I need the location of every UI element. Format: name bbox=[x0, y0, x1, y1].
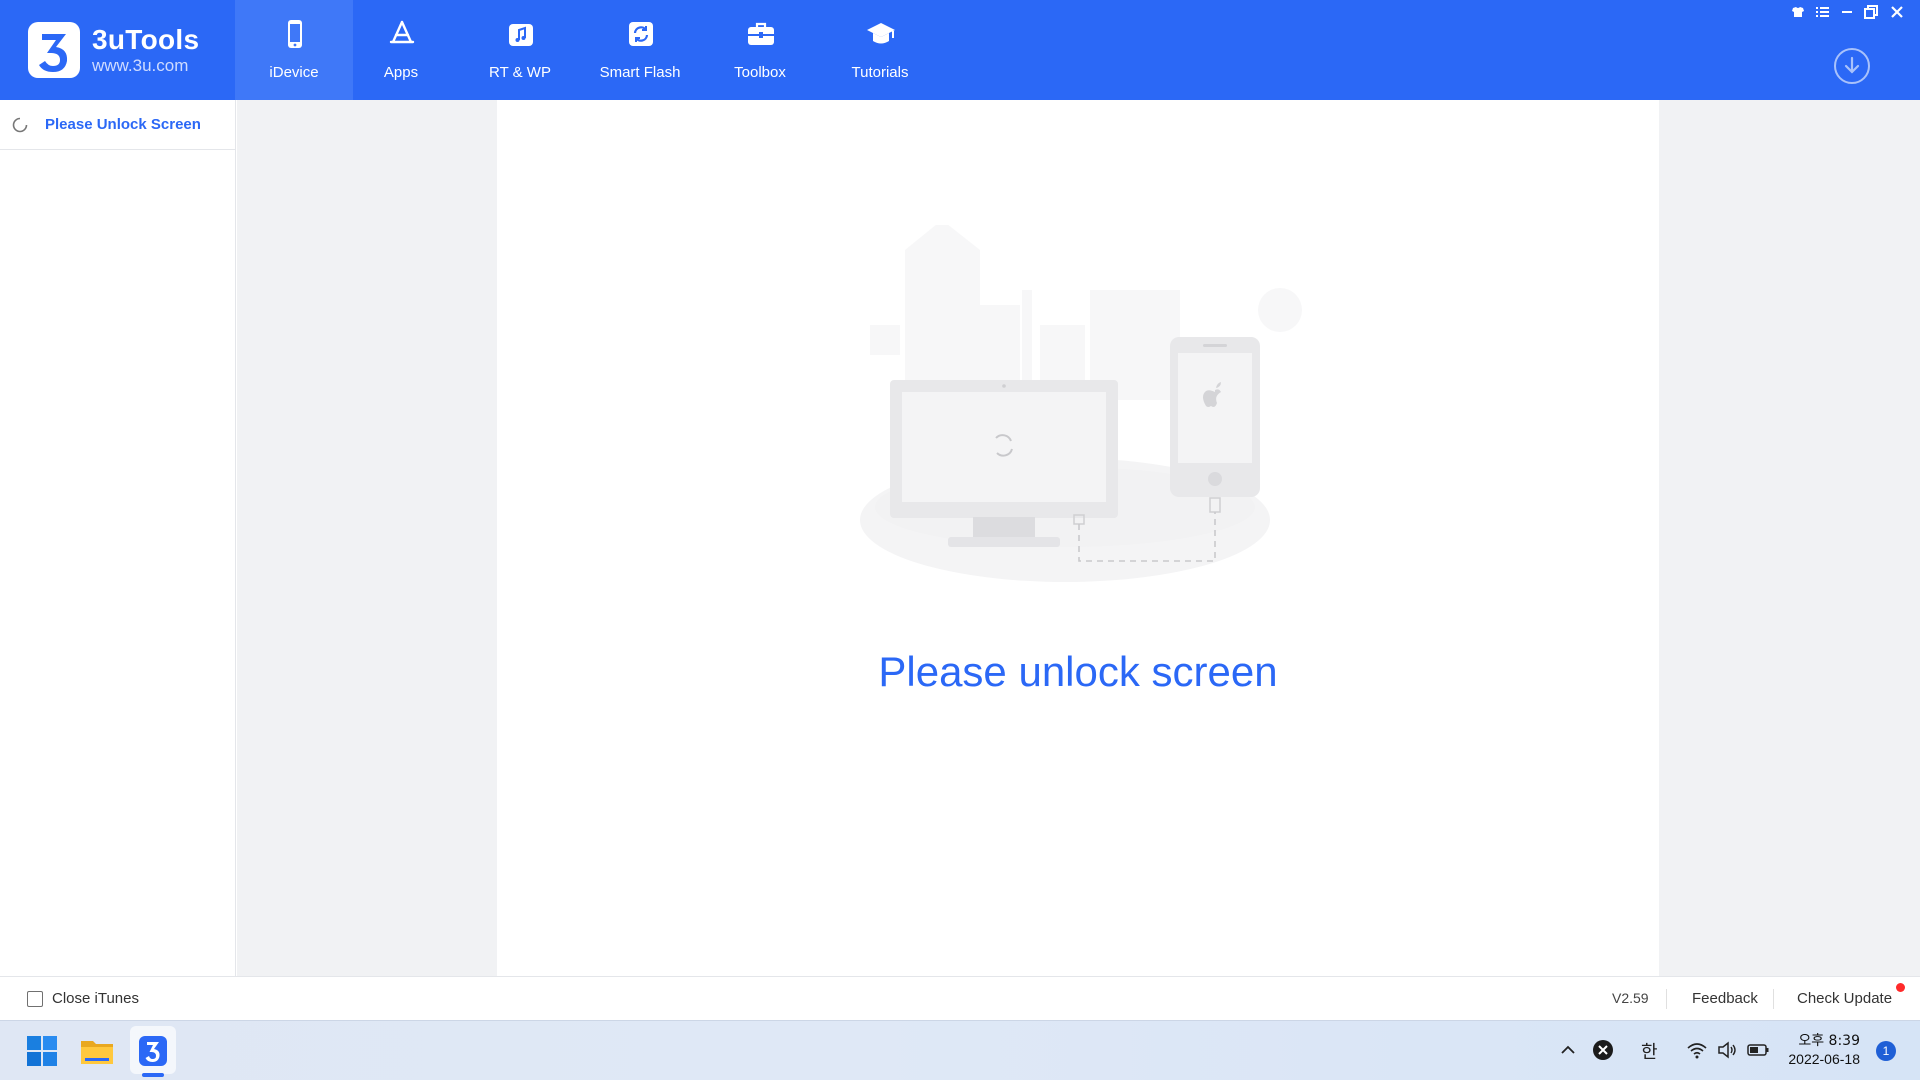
version-label: V2.59 bbox=[1612, 990, 1649, 1006]
input-method-indicator[interactable]: 한 bbox=[1641, 1038, 1658, 1064]
status-divider bbox=[1666, 989, 1667, 1009]
app-name: 3uTools bbox=[92, 24, 200, 55]
graduation-cap-icon bbox=[865, 18, 897, 50]
close-itunes-label[interactable]: Close iTunes bbox=[52, 990, 139, 1007]
app-logo: 3uTools www.3u.com bbox=[28, 20, 228, 80]
device-connection-illustration bbox=[830, 220, 1310, 595]
running-app-indicator bbox=[142, 1073, 164, 1077]
close-itunes-checkbox[interactable] bbox=[27, 991, 43, 1007]
battery-icon[interactable] bbox=[1747, 1039, 1769, 1061]
menu-list-icon[interactable] bbox=[1811, 2, 1833, 22]
nav-apps-label: Apps bbox=[383, 64, 419, 81]
nav-tutorials[interactable]: Tutorials bbox=[821, 0, 939, 100]
toolbox-icon bbox=[745, 18, 777, 50]
refresh-icon bbox=[625, 18, 657, 50]
unlock-screen-message: Please unlock screen bbox=[878, 648, 1278, 695]
nav-rt-wp-label: RT & WP bbox=[489, 64, 551, 81]
skin-icon[interactable] bbox=[1787, 2, 1809, 22]
nav-smart-flash[interactable]: Smart Flash bbox=[581, 0, 699, 100]
download-icon bbox=[1844, 56, 1860, 74]
3utools-icon[interactable] bbox=[133, 1031, 173, 1071]
app-tray-x-icon[interactable] bbox=[1592, 1039, 1614, 1061]
loading-spinner-icon bbox=[12, 117, 28, 133]
nav-tutorials-label: Tutorials bbox=[851, 64, 909, 81]
status-divider bbox=[1773, 989, 1774, 1009]
iphone-icon bbox=[1170, 337, 1260, 497]
nav-idevice-label: iDevice bbox=[269, 64, 319, 81]
notification-badge[interactable]: 1 bbox=[1876, 1041, 1896, 1061]
nav-idevice[interactable]: iDevice bbox=[235, 0, 353, 100]
app-store-icon bbox=[386, 18, 418, 50]
app-url: www.3u.com bbox=[92, 56, 189, 75]
3utools-logo-icon bbox=[28, 22, 80, 78]
device-list-item[interactable]: Please Unlock Screen bbox=[0, 100, 235, 150]
title-bar: 3uTools www.3u.com iDevice Apps RT & WP … bbox=[0, 0, 1920, 100]
close-icon[interactable] bbox=[1886, 2, 1908, 22]
minimize-icon[interactable] bbox=[1836, 2, 1858, 22]
feedback-link[interactable]: Feedback bbox=[1692, 990, 1758, 1007]
phone-icon bbox=[279, 18, 311, 50]
status-bar: Close iTunes V2.59 Feedback Check Update bbox=[0, 976, 1920, 1020]
nav-toolbox[interactable]: Toolbox bbox=[701, 0, 819, 100]
nav-apps[interactable]: Apps bbox=[342, 0, 460, 100]
download-manager-button[interactable] bbox=[1834, 48, 1870, 84]
nav-smart-flash-label: Smart Flash bbox=[599, 64, 681, 81]
nav-toolbox-label: Toolbox bbox=[734, 64, 786, 81]
file-explorer-icon[interactable] bbox=[77, 1031, 117, 1071]
device-status-label: Please Unlock Screen bbox=[45, 116, 201, 133]
chevron-up-icon[interactable] bbox=[1557, 1039, 1579, 1061]
speaker-icon[interactable] bbox=[1716, 1039, 1738, 1061]
windows-start-icon[interactable] bbox=[22, 1031, 62, 1071]
windows-taskbar: 한 오후 8:39 2022-06-18 1 bbox=[0, 1020, 1920, 1080]
clock-date[interactable]: 2022-06-18 bbox=[1780, 1051, 1860, 1067]
music-file-icon bbox=[505, 18, 537, 50]
clock-time[interactable]: 오후 8:39 bbox=[1780, 1030, 1860, 1050]
update-notification-dot bbox=[1896, 983, 1905, 992]
restore-icon[interactable] bbox=[1860, 2, 1882, 22]
check-update-link[interactable]: Check Update bbox=[1797, 990, 1892, 1007]
wifi-icon[interactable] bbox=[1686, 1039, 1708, 1061]
nav-rt-wp[interactable]: RT & WP bbox=[461, 0, 579, 100]
device-sidebar: Please Unlock Screen bbox=[0, 100, 236, 976]
